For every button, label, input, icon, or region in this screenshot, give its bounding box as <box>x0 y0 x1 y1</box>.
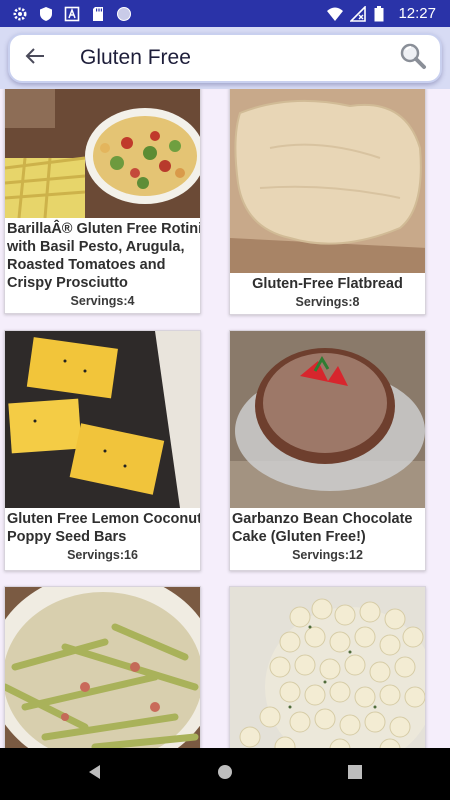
search-bar: Gluten Free <box>8 33 442 83</box>
nav-home-button[interactable] <box>210 759 240 789</box>
nav-recents-button[interactable] <box>340 759 370 789</box>
no-signal-icon <box>349 4 367 22</box>
recipe-card[interactable]: Gluten-Free Flatbread Servings:8 <box>229 89 426 315</box>
shield-icon <box>38 6 54 22</box>
search-button[interactable] <box>390 35 436 81</box>
recipe-image-pasta <box>5 89 200 218</box>
recipe-card[interactable] <box>4 586 201 748</box>
back-triangle-icon <box>87 764 103 785</box>
navigation-bar <box>0 748 450 800</box>
recipe-servings: Servings:4 <box>70 294 135 308</box>
recipe-card[interactable] <box>229 586 426 748</box>
recipe-title: Gluten Free Lemon Coconut Poppy Seed Bar… <box>7 511 200 545</box>
recipe-servings: Servings:16 <box>67 548 138 562</box>
status-bar: 12:27 <box>0 0 450 27</box>
recipe-grid: BarillaÂ® Gluten Free Rotini with Basil … <box>0 89 450 748</box>
recipe-image-gnocchi <box>230 587 425 748</box>
toolbar: Gluten Free <box>0 27 450 89</box>
recipe-card[interactable]: Garbanzo Bean Chocolate Cake (Gluten Fre… <box>229 330 426 571</box>
recipe-image-green-beans <box>5 587 200 748</box>
a-box-icon <box>64 6 80 22</box>
recipe-image-chocolate-cake <box>230 331 425 508</box>
recipe-servings: Servings:8 <box>295 295 360 309</box>
recipe-card[interactable]: Gluten Free Lemon Coconut Poppy Seed Bar… <box>4 330 201 571</box>
recipe-title: Gluten-Free Flatbread <box>252 276 403 292</box>
status-time: 12:27 <box>398 5 436 22</box>
recipe-image-flatbread <box>230 89 425 273</box>
sd-card-icon <box>90 6 106 22</box>
recipe-servings: Servings:12 <box>292 548 363 562</box>
magnifier-icon <box>399 42 427 75</box>
recipe-title: Garbanzo Bean Chocolate Cake (Gluten Fre… <box>232 511 413 545</box>
search-query[interactable]: Gluten Free <box>58 46 390 70</box>
circle-icon <box>116 6 132 22</box>
recents-square-icon <box>348 764 362 784</box>
arrow-left-icon <box>24 45 46 72</box>
recipe-image-lemon-bars <box>5 331 200 508</box>
recipe-card[interactable]: BarillaÂ® Gluten Free Rotini with Basil … <box>4 89 201 314</box>
battery-icon <box>374 5 390 22</box>
nav-back-button[interactable] <box>80 759 110 789</box>
back-button[interactable] <box>12 35 58 81</box>
home-circle-icon <box>217 764 233 785</box>
wifi-icon <box>326 6 344 22</box>
settings-icon <box>12 6 28 22</box>
recipe-title: BarillaÂ® Gluten Free Rotini with Basil … <box>7 221 200 291</box>
